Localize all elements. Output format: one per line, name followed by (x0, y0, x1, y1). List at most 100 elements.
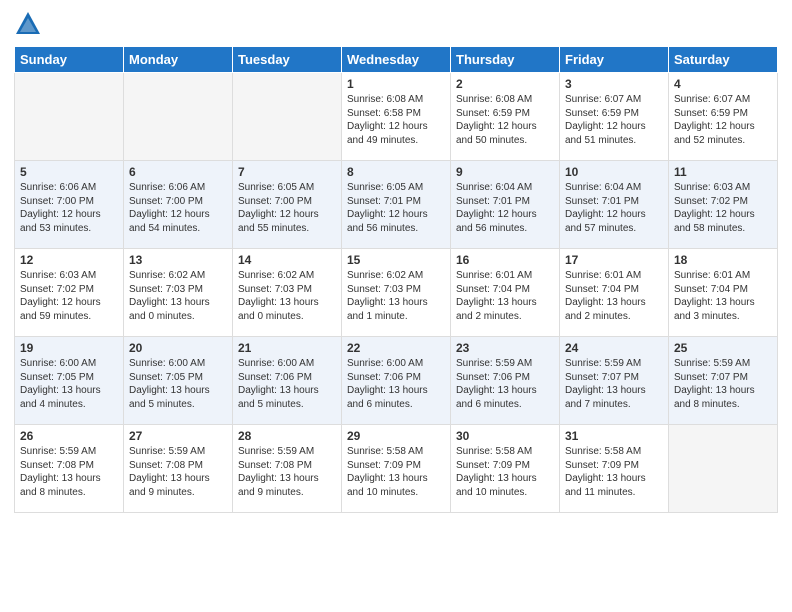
calendar-cell: 29 Sunrise: 5:58 AM Sunset: 7:09 PM Dayli… (342, 425, 451, 513)
calendar-week-row: 19 Sunrise: 6:00 AM Sunset: 7:05 PM Dayli… (15, 337, 778, 425)
day-number: 15 (347, 253, 445, 267)
calendar-header-friday: Friday (560, 47, 669, 73)
day-number: 11 (674, 165, 772, 179)
logo-icon (14, 10, 42, 38)
day-info: Sunrise: 6:06 AM Sunset: 7:00 PM Dayligh… (129, 181, 227, 235)
calendar-week-row: 26 Sunrise: 5:59 AM Sunset: 7:08 PM Dayli… (15, 425, 778, 513)
calendar: SundayMondayTuesdayWednesdayThursdayFrid… (14, 46, 778, 513)
calendar-cell: 28 Sunrise: 5:59 AM Sunset: 7:08 PM Dayli… (233, 425, 342, 513)
day-info: Sunrise: 6:00 AM Sunset: 7:05 PM Dayligh… (20, 357, 118, 411)
day-info: Sunrise: 6:04 AM Sunset: 7:01 PM Dayligh… (565, 181, 663, 235)
day-number: 10 (565, 165, 663, 179)
calendar-cell: 14 Sunrise: 6:02 AM Sunset: 7:03 PM Dayli… (233, 249, 342, 337)
day-number: 29 (347, 429, 445, 443)
day-number: 23 (456, 341, 554, 355)
calendar-cell: 30 Sunrise: 5:58 AM Sunset: 7:09 PM Dayli… (451, 425, 560, 513)
day-info: Sunrise: 6:00 AM Sunset: 7:06 PM Dayligh… (238, 357, 336, 411)
day-number: 16 (456, 253, 554, 267)
day-info: Sunrise: 5:58 AM Sunset: 7:09 PM Dayligh… (565, 445, 663, 499)
day-info: Sunrise: 6:01 AM Sunset: 7:04 PM Dayligh… (456, 269, 554, 323)
calendar-cell: 23 Sunrise: 5:59 AM Sunset: 7:06 PM Dayli… (451, 337, 560, 425)
day-info: Sunrise: 6:04 AM Sunset: 7:01 PM Dayligh… (456, 181, 554, 235)
day-number: 5 (20, 165, 118, 179)
day-number: 12 (20, 253, 118, 267)
calendar-week-row: 5 Sunrise: 6:06 AM Sunset: 7:00 PM Daylig… (15, 161, 778, 249)
page: SundayMondayTuesdayWednesdayThursdayFrid… (0, 0, 792, 612)
day-number: 18 (674, 253, 772, 267)
calendar-week-row: 12 Sunrise: 6:03 AM Sunset: 7:02 PM Dayli… (15, 249, 778, 337)
day-info: Sunrise: 6:02 AM Sunset: 7:03 PM Dayligh… (347, 269, 445, 323)
day-info: Sunrise: 5:59 AM Sunset: 7:08 PM Dayligh… (129, 445, 227, 499)
day-number: 21 (238, 341, 336, 355)
calendar-header-tuesday: Tuesday (233, 47, 342, 73)
day-number: 2 (456, 77, 554, 91)
day-info: Sunrise: 6:03 AM Sunset: 7:02 PM Dayligh… (674, 181, 772, 235)
day-number: 8 (347, 165, 445, 179)
calendar-cell: 19 Sunrise: 6:00 AM Sunset: 7:05 PM Dayli… (15, 337, 124, 425)
day-number: 30 (456, 429, 554, 443)
day-info: Sunrise: 5:59 AM Sunset: 7:07 PM Dayligh… (674, 357, 772, 411)
calendar-cell: 4Sunrise: 6:07 AM Sunset: 6:59 PM Daylig… (669, 73, 778, 161)
day-info: Sunrise: 6:05 AM Sunset: 7:00 PM Dayligh… (238, 181, 336, 235)
day-info: Sunrise: 5:59 AM Sunset: 7:08 PM Dayligh… (20, 445, 118, 499)
calendar-cell (669, 425, 778, 513)
day-number: 22 (347, 341, 445, 355)
calendar-header-saturday: Saturday (669, 47, 778, 73)
day-number: 27 (129, 429, 227, 443)
day-number: 26 (20, 429, 118, 443)
day-info: Sunrise: 6:01 AM Sunset: 7:04 PM Dayligh… (674, 269, 772, 323)
calendar-header-wednesday: Wednesday (342, 47, 451, 73)
calendar-header-row: SundayMondayTuesdayWednesdayThursdayFrid… (15, 47, 778, 73)
calendar-cell: 6 Sunrise: 6:06 AM Sunset: 7:00 PM Daylig… (124, 161, 233, 249)
day-number: 6 (129, 165, 227, 179)
calendar-cell: 20 Sunrise: 6:00 AM Sunset: 7:05 PM Dayli… (124, 337, 233, 425)
day-info: Sunrise: 5:58 AM Sunset: 7:09 PM Dayligh… (456, 445, 554, 499)
calendar-cell: 11 Sunrise: 6:03 AM Sunset: 7:02 PM Dayli… (669, 161, 778, 249)
calendar-header-sunday: Sunday (15, 47, 124, 73)
calendar-cell: 13Sunrise: 6:02 AM Sunset: 7:03 PM Dayli… (124, 249, 233, 337)
day-number: 19 (20, 341, 118, 355)
day-info: Sunrise: 6:07 AM Sunset: 6:59 PM Dayligh… (565, 93, 663, 147)
calendar-cell: 5 Sunrise: 6:06 AM Sunset: 7:00 PM Daylig… (15, 161, 124, 249)
calendar-cell: 8 Sunrise: 6:05 AM Sunset: 7:01 PM Daylig… (342, 161, 451, 249)
day-info: Sunrise: 6:08 AM Sunset: 6:58 PM Dayligh… (347, 93, 445, 147)
calendar-cell: 15 Sunrise: 6:02 AM Sunset: 7:03 PM Dayli… (342, 249, 451, 337)
calendar-header-monday: Monday (124, 47, 233, 73)
calendar-cell: 16 Sunrise: 6:01 AM Sunset: 7:04 PM Dayli… (451, 249, 560, 337)
calendar-cell (15, 73, 124, 161)
day-info: Sunrise: 5:58 AM Sunset: 7:09 PM Dayligh… (347, 445, 445, 499)
day-number: 14 (238, 253, 336, 267)
day-number: 20 (129, 341, 227, 355)
day-info: Sunrise: 5:59 AM Sunset: 7:07 PM Dayligh… (565, 357, 663, 411)
calendar-cell: 1Sunrise: 6:08 AM Sunset: 6:58 PM Daylig… (342, 73, 451, 161)
day-info: Sunrise: 6:02 AM Sunset: 7:03 PM Dayligh… (238, 269, 336, 323)
day-info: Sunrise: 5:59 AM Sunset: 7:08 PM Dayligh… (238, 445, 336, 499)
calendar-cell: 7 Sunrise: 6:05 AM Sunset: 7:00 PM Daylig… (233, 161, 342, 249)
calendar-cell: 2Sunrise: 6:08 AM Sunset: 6:59 PM Daylig… (451, 73, 560, 161)
calendar-cell: 26 Sunrise: 5:59 AM Sunset: 7:08 PM Dayli… (15, 425, 124, 513)
day-number: 13 (129, 253, 227, 267)
calendar-cell: 27 Sunrise: 5:59 AM Sunset: 7:08 PM Dayli… (124, 425, 233, 513)
day-number: 4 (674, 77, 772, 91)
day-info: Sunrise: 6:00 AM Sunset: 7:05 PM Dayligh… (129, 357, 227, 411)
calendar-cell: 24Sunrise: 5:59 AM Sunset: 7:07 PM Dayli… (560, 337, 669, 425)
calendar-cell: 17Sunrise: 6:01 AM Sunset: 7:04 PM Dayli… (560, 249, 669, 337)
day-number: 28 (238, 429, 336, 443)
day-info: Sunrise: 6:05 AM Sunset: 7:01 PM Dayligh… (347, 181, 445, 235)
day-info: Sunrise: 6:06 AM Sunset: 7:00 PM Dayligh… (20, 181, 118, 235)
day-number: 25 (674, 341, 772, 355)
calendar-cell (233, 73, 342, 161)
calendar-week-row: 1Sunrise: 6:08 AM Sunset: 6:58 PM Daylig… (15, 73, 778, 161)
calendar-cell: 22Sunrise: 6:00 AM Sunset: 7:06 PM Dayli… (342, 337, 451, 425)
calendar-cell: 31Sunrise: 5:58 AM Sunset: 7:09 PM Dayli… (560, 425, 669, 513)
day-info: Sunrise: 5:59 AM Sunset: 7:06 PM Dayligh… (456, 357, 554, 411)
day-number: 17 (565, 253, 663, 267)
day-number: 9 (456, 165, 554, 179)
day-info: Sunrise: 6:03 AM Sunset: 7:02 PM Dayligh… (20, 269, 118, 323)
calendar-cell: 12 Sunrise: 6:03 AM Sunset: 7:02 PM Dayli… (15, 249, 124, 337)
calendar-cell: 10 Sunrise: 6:04 AM Sunset: 7:01 PM Dayli… (560, 161, 669, 249)
logo (14, 10, 44, 38)
calendar-cell: 21 Sunrise: 6:00 AM Sunset: 7:06 PM Dayli… (233, 337, 342, 425)
day-number: 7 (238, 165, 336, 179)
calendar-cell: 18 Sunrise: 6:01 AM Sunset: 7:04 PM Dayli… (669, 249, 778, 337)
